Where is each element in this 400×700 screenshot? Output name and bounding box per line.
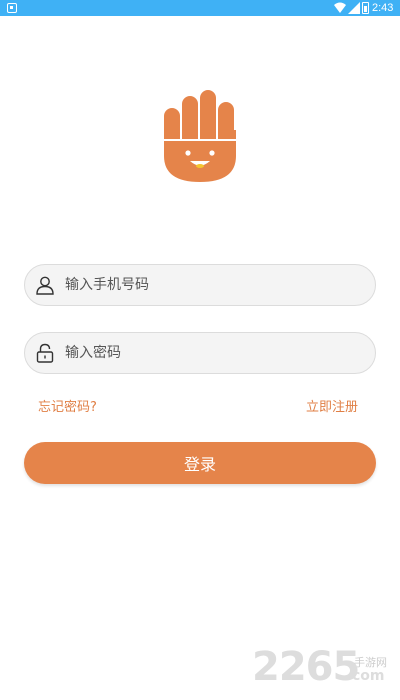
phone-field[interactable]: [24, 264, 376, 306]
signal-icon: [348, 2, 360, 14]
status-bar: 2:43: [0, 0, 400, 16]
watermark-domain: com: [352, 668, 385, 684]
watermark-digits: 2265: [252, 644, 360, 690]
status-time: 2:43: [372, 2, 394, 14]
login-button[interactable]: 登录: [24, 442, 376, 484]
user-icon: [36, 276, 54, 295]
password-input[interactable]: [65, 333, 365, 373]
lock-icon: [36, 343, 54, 363]
password-field[interactable]: [24, 332, 376, 374]
watermark: 2265 手游网 com: [252, 644, 400, 690]
wifi-icon: [334, 2, 346, 13]
battery-icon: [362, 2, 369, 14]
register-link[interactable]: 立即注册: [306, 396, 358, 415]
forgot-password-link[interactable]: 忘记密码?: [38, 396, 97, 415]
phone-input[interactable]: [65, 265, 365, 305]
notification-icon: [7, 3, 17, 13]
hand-mascot-icon: [163, 90, 237, 182]
